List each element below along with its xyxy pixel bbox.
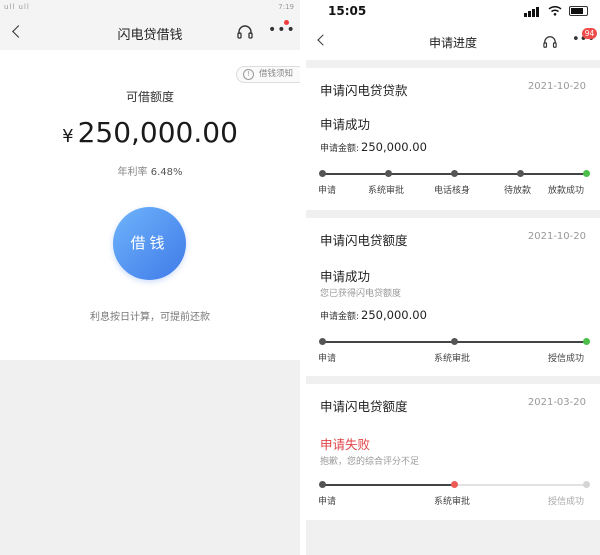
progress-fill xyxy=(322,484,454,486)
step-label: 申请 xyxy=(318,354,337,364)
rate-label: 年利率 xyxy=(117,167,148,178)
step-label: 申请 xyxy=(318,497,337,507)
screenshot-pair: ull ull 7:19 闪电贷借钱 ••• ! 借钱须知 可借额度 ¥250,… xyxy=(0,0,600,555)
step-dot xyxy=(583,481,590,488)
available-amount: ¥250,000.00 xyxy=(0,116,300,149)
application-status: 申请失败 xyxy=(320,437,371,452)
progress-track xyxy=(319,338,590,345)
step-label: 系统审批 xyxy=(368,186,405,196)
wifi-icon xyxy=(548,5,562,19)
step-label: 申请 xyxy=(318,186,337,196)
status-description: 您已获得闪电贷额度 xyxy=(320,289,402,299)
signal-indicator: ull ull xyxy=(4,3,30,11)
application-amount: 申请金额: 250,000.00 xyxy=(320,308,427,322)
currency-symbol: ¥ xyxy=(62,126,74,147)
status-icons xyxy=(524,5,588,17)
step-dot-current xyxy=(583,170,590,177)
amount-value: 250,000.00 xyxy=(361,308,427,322)
step-label: 待放款 xyxy=(504,186,532,196)
card-date: 2021-03-20 xyxy=(527,397,586,408)
headset-icon[interactable] xyxy=(542,34,558,48)
step-dot xyxy=(451,338,458,345)
nav-bar: 申请进度 ••• 94 xyxy=(306,22,600,60)
amount-label: 申请金额: xyxy=(320,144,360,154)
application-amount: 申请金额: 250,000.00 xyxy=(320,140,427,154)
step-dot xyxy=(385,170,392,177)
application-status: 申请成功 xyxy=(320,117,371,132)
step-label: 系统审批 xyxy=(434,497,471,507)
loan-card: ! 借钱须知 可借额度 ¥250,000.00 年利率 6.48% 借钱 利息按… xyxy=(0,50,300,360)
step-label: 电话核身 xyxy=(434,186,471,196)
progress-track xyxy=(319,170,590,177)
step-dot xyxy=(517,170,524,177)
rate-value: 6.48% xyxy=(150,167,183,178)
step-dot xyxy=(319,338,326,345)
card-title: 申请闪电贷额度 xyxy=(320,399,408,414)
status-bar: ull ull 7:19 xyxy=(0,0,300,14)
loan-notice-label: 借钱须知 xyxy=(259,69,294,79)
amount-value: 250,000.00 xyxy=(361,140,427,154)
message-badge: 94 xyxy=(582,28,597,39)
card-date: 2021-10-20 xyxy=(527,81,586,92)
application-card[interactable]: 申请闪电贷额度 2021-10-20 申请成功 您已获得闪电贷额度 申请金额: 2… xyxy=(306,218,600,376)
step-label: 授信成功 xyxy=(548,354,585,364)
amount-label: 申请金额: xyxy=(320,312,360,322)
quota-label: 可借额度 xyxy=(125,90,174,104)
step-dot xyxy=(319,481,326,488)
card-title: 申请闪电贷贷款 xyxy=(320,83,408,98)
borrow-button[interactable]: 借钱 xyxy=(113,207,186,280)
step-dot xyxy=(451,170,458,177)
status-time: 7:19 xyxy=(278,3,294,11)
step-label: 放款成功 xyxy=(548,186,585,196)
step-label: 系统审批 xyxy=(434,354,471,364)
nav-bar: 闪电贷借钱 ••• xyxy=(0,14,300,50)
step-dot xyxy=(319,170,326,177)
status-bar: 15:05 xyxy=(306,0,600,22)
info-icon: ! xyxy=(243,69,254,80)
battery-icon xyxy=(569,6,588,16)
headset-icon[interactable] xyxy=(236,24,254,40)
notification-dot xyxy=(284,20,289,25)
amount-value: 250,000.00 xyxy=(77,116,238,149)
application-status: 申请成功 xyxy=(320,269,371,284)
progress-screen: 15:05 申请进度 ••• 94 申请闪电贷贷款 2021-10-20 申请成… xyxy=(306,0,600,555)
loan-screen: ull ull 7:19 闪电贷借钱 ••• ! 借钱须知 可借额度 ¥250,… xyxy=(0,0,300,555)
annual-rate: 年利率 6.48% xyxy=(0,163,300,178)
loan-notice-button[interactable]: ! 借钱须知 xyxy=(236,66,300,83)
step-dot-failed xyxy=(451,481,458,488)
interest-note: 利息按日计算，可提前还款 xyxy=(90,312,210,323)
status-description: 抱歉，您的综合评分不足 xyxy=(320,457,420,467)
card-title: 申请闪电贷额度 xyxy=(320,233,408,248)
card-date: 2021-10-20 xyxy=(527,231,586,242)
page-title: 闪电贷借钱 xyxy=(117,28,183,43)
step-dot-current xyxy=(583,338,590,345)
progress-track xyxy=(319,481,590,488)
application-card[interactable]: 申请闪电贷贷款 2021-10-20 申请成功 申请金额: 250,000.00 … xyxy=(306,68,600,210)
application-card[interactable]: 申请闪电贷额度 2021-03-20 申请失败 抱歉，您的综合评分不足 申请 系… xyxy=(306,384,600,520)
status-time: 15:05 xyxy=(328,4,367,18)
step-label: 授信成功 xyxy=(548,497,585,507)
